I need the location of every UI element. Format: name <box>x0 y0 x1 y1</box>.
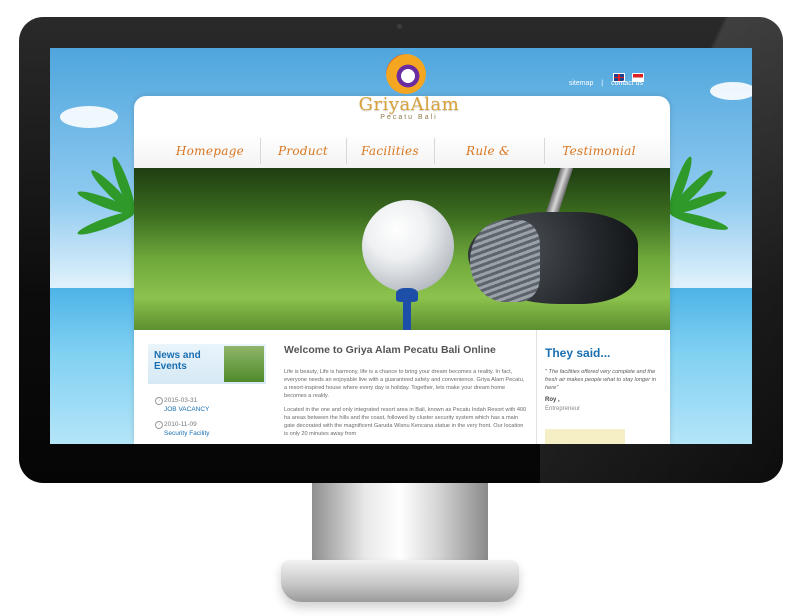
top-links: sitemap | contact us <box>566 80 646 87</box>
sitemap-link[interactable]: sitemap <box>569 80 594 87</box>
logo-icon[interactable] <box>386 54 426 94</box>
nav-divider <box>434 138 435 164</box>
welcome-paragraph: Life is beauty, Life is harmony, life is… <box>284 369 525 399</box>
news-date: 2015-03-31 <box>164 397 198 404</box>
nav-divider <box>346 138 347 164</box>
hero-banner <box>134 168 670 330</box>
link-separator: | <box>601 80 604 87</box>
site-container: Homepage Product Facilities Rule & Condi… <box>134 96 670 444</box>
news-events-panel: News and Events › 2015-03-31 JOB VACANCY… <box>134 330 278 444</box>
monitor-stand-neck <box>312 483 488 563</box>
logo-tagline: Pecatu Bali <box>380 114 438 121</box>
nav-homepage[interactable]: Homepage <box>162 140 258 162</box>
webcam-icon <box>397 24 402 29</box>
nav-product[interactable]: Product <box>262 140 344 162</box>
nav-divider <box>544 138 545 164</box>
arrow-circle-icon: › <box>155 421 163 429</box>
news-title-line2: Events <box>154 361 187 372</box>
arrow-circle-icon: › <box>155 397 163 405</box>
welcome-section: Welcome to Griya Alam Pecatu Bali Online… <box>284 330 528 444</box>
news-item[interactable]: › 2010-11-09 Security Facility <box>155 420 210 438</box>
welcome-paragraph: Located in the one and only integrated r… <box>284 407 527 437</box>
nav-rule-conditions[interactable]: Rule & Conditions <box>436 140 540 180</box>
main-nav: Homepage Product Facilities Rule & Condi… <box>134 134 670 180</box>
news-item[interactable]: › 2015-03-31 JOB VACANCY <box>155 396 209 414</box>
nav-testimonial[interactable]: Testimonial <box>546 140 652 162</box>
screen: sitemap | contact us Homepage Product Fa… <box>50 48 752 444</box>
news-date: 2010-11-09 <box>164 421 197 428</box>
news-header: News and Events <box>148 344 266 384</box>
testimonial-name: Roy , <box>545 397 560 403</box>
nav-facilities[interactable]: Facilities <box>348 140 432 162</box>
testimonial-widget[interactable] <box>545 429 625 444</box>
testimonial-role: Entrepreneur <box>545 406 581 412</box>
golf-ball <box>362 200 454 292</box>
news-photo <box>224 346 264 382</box>
contact-link[interactable]: contact us <box>611 80 643 87</box>
news-title-line1: News and <box>154 350 201 361</box>
golf-club-face <box>470 220 540 302</box>
monitor-stand-base <box>281 560 519 602</box>
testimonial-panel: They said... " The facilities offered ve… <box>536 330 671 444</box>
welcome-text: Life is beauty, Life is harmony, life is… <box>284 368 528 444</box>
golf-tee-stem <box>403 300 411 330</box>
welcome-title: Welcome to Griya Alam Pecatu Bali Online <box>284 344 496 356</box>
news-title: News and Events <box>154 350 201 372</box>
testimonial-quote: " The facilities offered very complete a… <box>545 369 657 391</box>
logo-text[interactable]: GriyaAlam <box>350 94 468 115</box>
testimonial-title: They said... <box>545 346 611 360</box>
news-link[interactable]: JOB VACANCY <box>164 405 209 414</box>
nav-divider <box>260 138 261 164</box>
cloud <box>710 82 752 100</box>
cloud <box>60 106 118 128</box>
news-link[interactable]: Security Facility <box>164 429 210 438</box>
